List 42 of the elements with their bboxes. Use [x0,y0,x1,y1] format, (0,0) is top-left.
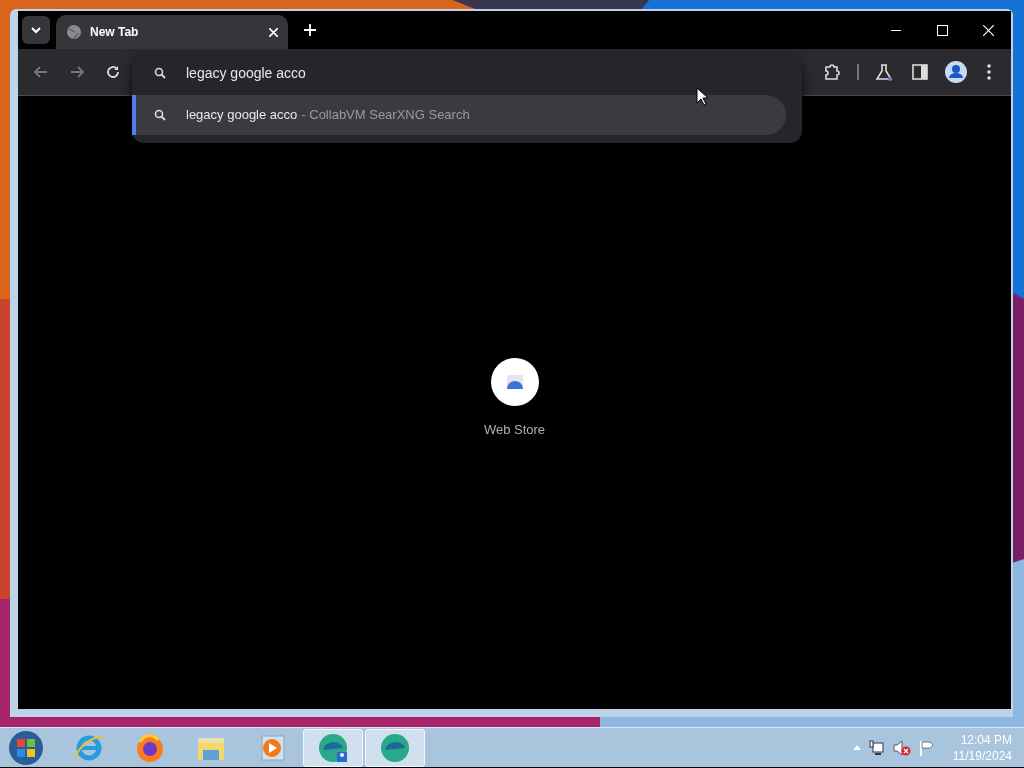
side-panel-icon [912,64,928,80]
shortcut-label: Web Store [483,421,546,439]
tab-search-button[interactable] [22,16,50,44]
browser-tab[interactable]: New Tab [56,15,288,49]
shortcut-tile[interactable]: Web Store [483,358,546,440]
taskbar-button[interactable] [303,728,363,767]
clock-date: 11/19/2024 [952,747,1012,764]
show-hidden-icons-icon [852,745,861,750]
close-tab-icon[interactable] [269,27,278,37]
more-vertical-icon [987,64,991,80]
reload-icon [106,65,120,79]
globe-icon [66,24,82,40]
edge-icon [379,731,411,764]
edge-profile-icon [317,731,349,764]
chevron-down-icon [31,26,41,34]
plus-icon [304,24,316,36]
address-field[interactable]: legacy google acco [186,62,686,84]
muted-speaker-icon [892,739,911,756]
network-icon [868,739,885,756]
labs-button[interactable] [873,61,895,83]
forward-arrow-icon [70,66,84,78]
web-store-icon [490,358,539,406]
minimize-icon [891,29,901,31]
flask-icon [875,63,893,81]
search-icon [154,109,166,121]
back-arrow-icon [34,66,48,78]
avatar-icon [945,61,967,83]
suggestion-source: - CollabVM SearXNG Search [301,106,470,125]
profile-button[interactable] [945,61,967,83]
search-icon [154,67,166,79]
clock-time: 12:04 PM [960,731,1012,748]
puzzle-piece-icon [823,63,841,81]
suggestion-text: legacy google acco [186,106,298,125]
tab-title: New Tab [90,24,139,41]
taskbar-button[interactable] [365,728,425,767]
suggestion-row[interactable]: legacy google acco - CollabVM SearXNG Search [132,95,786,135]
windows-logo-icon [8,729,44,766]
flag-icon [918,739,935,756]
close-icon [982,24,994,36]
maximize-icon [936,24,948,36]
mouse-cursor-icon [696,87,708,106]
side-panel-button[interactable] [909,61,931,83]
